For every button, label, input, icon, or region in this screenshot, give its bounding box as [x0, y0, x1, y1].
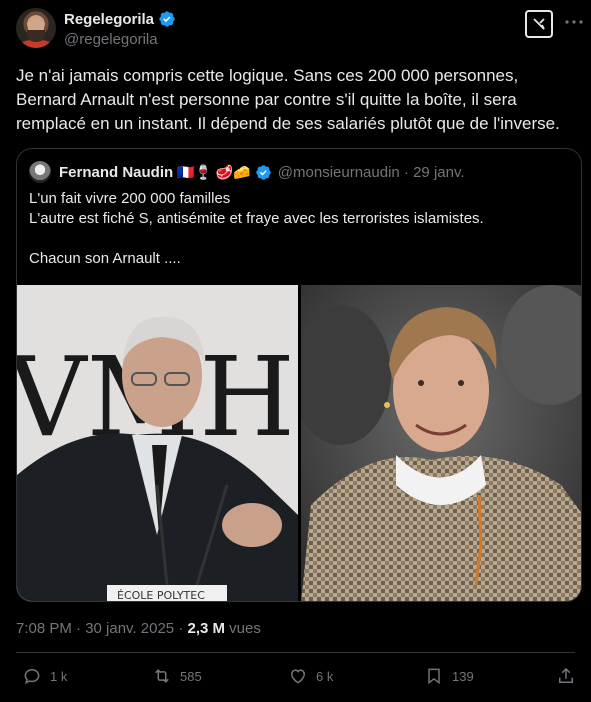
reply-button[interactable]: 1 k: [22, 666, 67, 686]
repost-count: 585: [180, 668, 202, 684]
quote-line: Chacun son Arnault ....: [29, 250, 181, 267]
quote-handle-date[interactable]: @monsieurnaudin · 29 janv.: [278, 164, 465, 181]
views-count: 2,3 M: [187, 620, 225, 637]
quote-image-right[interactable]: [301, 285, 581, 601]
author-handle[interactable]: @regelegorila: [64, 31, 158, 48]
repost-button[interactable]: 585: [152, 666, 202, 686]
verified-badge-icon: [256, 164, 271, 180]
share-icon: [559, 667, 573, 683]
author-name-row: Regelegorila: [64, 10, 176, 28]
reply-count: 1 k: [50, 668, 68, 684]
share-button[interactable]: [556, 666, 576, 686]
author-avatar[interactable]: [16, 8, 56, 48]
repost-icon: [155, 669, 169, 683]
more-icon[interactable]: [564, 12, 584, 32]
quote-avatar[interactable]: [29, 161, 51, 183]
podium-text: ÉCOLE POLYTEC: [117, 589, 205, 602]
like-count: 6 k: [316, 668, 334, 684]
like-icon: [290, 669, 306, 684]
views-label: vues: [225, 620, 261, 637]
timestamp[interactable]: 7:08 PM · 30 janv. 2025 ·: [16, 620, 187, 637]
quote-line: L'autre est fiché S, antisémite et fraye…: [29, 210, 484, 227]
quoted-tweet[interactable]: Fernand Naudin 🇫🇷🍷 🥩🧀 @monsieurnaudin · …: [16, 148, 582, 602]
bookmark-icon: [428, 668, 440, 685]
quote-line: L'un fait vivre 200 000 familles: [29, 190, 231, 207]
quote-line: [29, 229, 569, 249]
tweet-text: Je n'ai jamais compris cette logique. Sa…: [16, 66, 560, 133]
bookmark-button[interactable]: 139: [424, 666, 474, 686]
grok-icon[interactable]: [525, 10, 553, 38]
reply-icon: [24, 668, 40, 685]
quote-header: Fernand Naudin 🇫🇷🍷 🥩🧀 @monsieurnaudin · …: [29, 161, 465, 183]
quote-name-emojis: 🇫🇷🍷 🥩🧀: [177, 163, 251, 180]
author-display-name[interactable]: Regelegorila: [64, 11, 154, 28]
quote-text: L'un fait vivre 200 000 familles L'autre…: [29, 189, 569, 269]
bookmark-count: 139: [452, 668, 474, 684]
like-button[interactable]: 6 k: [288, 666, 333, 686]
quote-display-name[interactable]: Fernand Naudin: [59, 164, 173, 181]
tweet-meta: 7:08 PM · 30 janv. 2025 · 2,3 M vues: [16, 620, 261, 637]
divider: [16, 652, 575, 653]
action-bar: 1 k 585 6 k 139: [0, 664, 591, 694]
verified-badge-icon: [159, 11, 175, 27]
quote-image-left[interactable]: VMH E ÉCOLE POLYTEC: [17, 285, 298, 602]
